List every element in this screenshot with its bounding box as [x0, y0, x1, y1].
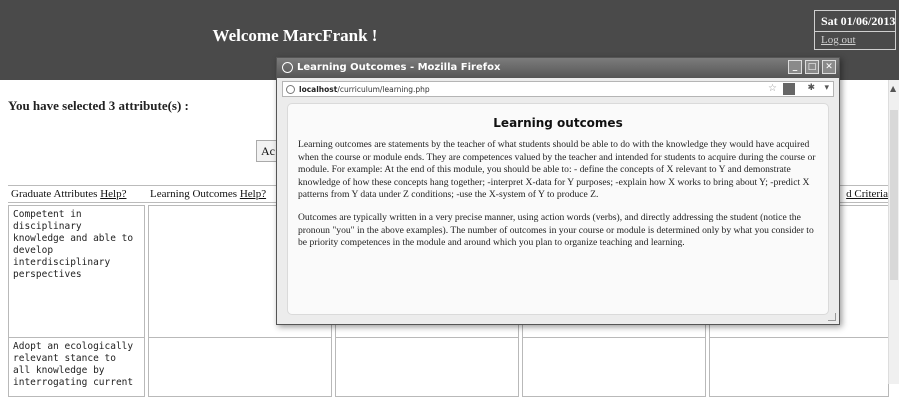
row2-field-5[interactable]	[709, 337, 889, 397]
page-scrollbar[interactable]: ▲	[888, 80, 899, 384]
chevron-down-icon[interactable]: ▾	[824, 83, 829, 93]
firefox-icon	[282, 62, 293, 73]
column-header-graduate-attributes: Graduate Attributes Help?	[8, 185, 147, 203]
learning-outcomes-help-link[interactable]: Help?	[240, 188, 266, 200]
close-icon[interactable]: ✕	[822, 60, 836, 74]
scrollbar-thumb[interactable]	[890, 110, 898, 280]
row2-field-3[interactable]	[335, 337, 519, 397]
maximize-icon[interactable]: □	[805, 60, 819, 74]
scroll-up-icon[interactable]: ▲	[890, 84, 896, 93]
popup-titlebar[interactable]: Learning Outcomes - Mozilla Firefox _ □ …	[277, 58, 839, 78]
learning-outcomes-paragraph-2: Outcomes are typically written in a very…	[298, 211, 814, 249]
column-header-criteria: d Criteria	[836, 185, 890, 203]
learning-outcome-field-2[interactable]	[148, 337, 332, 397]
learning-outcomes-paragraph-1: Learning outcomes are statements by the …	[298, 139, 816, 201]
pin-icon[interactable]: ✱	[807, 83, 815, 93]
welcome-message: Welcome MarcFrank !	[212, 26, 378, 45]
date-logout-box: Sat 01/06/2013 Log out	[814, 10, 896, 50]
current-date: Sat 01/06/2013	[821, 14, 896, 28]
learning-outcomes-heading: Learning outcomes	[493, 116, 623, 130]
feed-icon[interactable]	[783, 83, 795, 95]
bookmark-star-icon[interactable]: ☆	[768, 83, 777, 94]
column-header-learning-outcomes: Learning Outcomes Help?	[147, 185, 279, 203]
attribute-cell-2[interactable]: Adopt an ecologically relevant stance to…	[8, 337, 145, 397]
selected-attributes-text: You have selected 3 attribute(s) :	[8, 98, 189, 113]
criteria-help-link[interactable]: d Criteria	[846, 188, 888, 200]
logout-link[interactable]: Log out	[821, 34, 856, 46]
row2-field-4[interactable]	[522, 337, 706, 397]
graduate-attributes-help-link[interactable]: Help?	[100, 188, 126, 200]
minimize-icon[interactable]: _	[788, 60, 802, 74]
attribute-cell-1[interactable]: Competent in disciplinary knowledge and …	[8, 205, 145, 339]
learning-outcomes-popup: Learning Outcomes - Mozilla Firefox _ □ …	[276, 57, 840, 325]
divider	[815, 31, 895, 32]
site-identity-icon[interactable]	[286, 85, 295, 94]
popup-title: Learning Outcomes - Mozilla Firefox	[297, 62, 501, 73]
resize-grip-icon[interactable]	[828, 313, 836, 321]
learning-outcomes-content: Learning outcomes Learning outcomes are …	[287, 103, 829, 315]
url-bar[interactable]: localhost/curriculum/learning.php ☆ ✱ ▾	[282, 81, 834, 97]
url-text[interactable]: localhost/curriculum/learning.php	[299, 85, 430, 94]
